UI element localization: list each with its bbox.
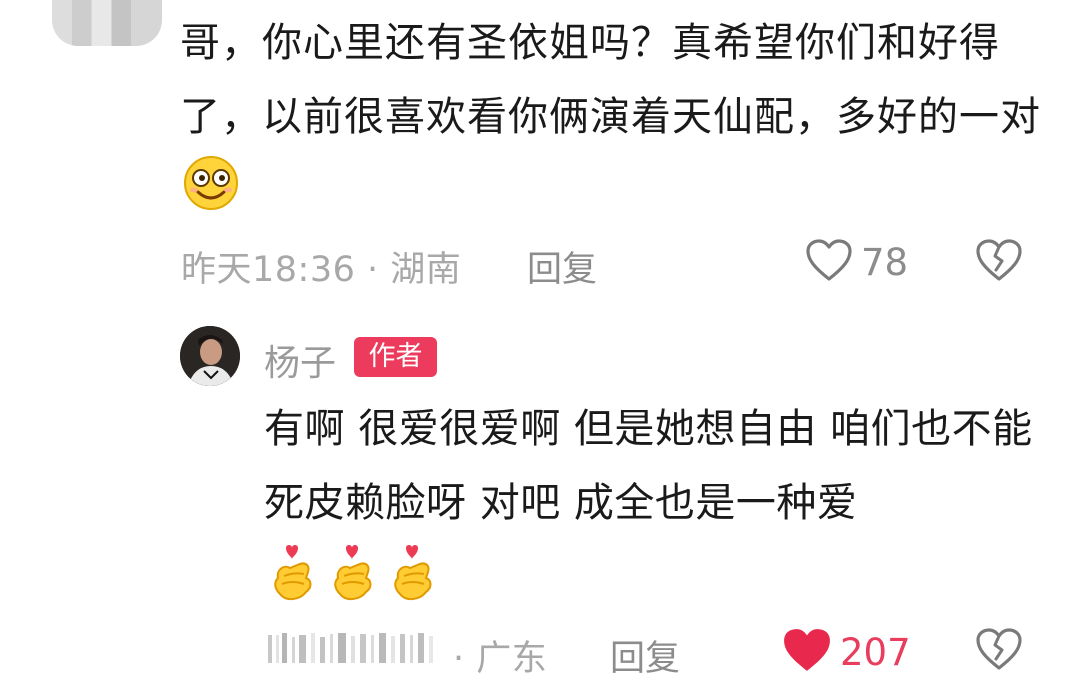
broken-heart-icon: [975, 628, 1023, 675]
heart-outline-icon: [805, 238, 853, 286]
reply-button[interactable]: 回复: [527, 241, 597, 292]
comment-meta: 昨天18:36 · 湖南: [181, 250, 462, 290]
broken-heart-icon: [975, 239, 1023, 286]
reply-reply-button[interactable]: 回复: [610, 630, 680, 681]
finger-heart-emoji-row: [270, 544, 436, 610]
heart-filled-icon: [782, 627, 832, 677]
reply-dislike-button[interactable]: [975, 627, 1023, 675]
smiley-emoji-icon: [182, 154, 240, 236]
author-avatar[interactable]: [180, 326, 240, 386]
reply-like-button[interactable]: 207: [782, 627, 911, 677]
dislike-button[interactable]: [975, 238, 1023, 286]
blurred-timestamp: [268, 631, 448, 667]
like-count: 78: [861, 240, 909, 284]
author-name[interactable]: 杨子: [264, 334, 336, 386]
finger-heart-icon: [270, 544, 316, 610]
reply-body: 有啊 很爱很爱啊 但是她想自由 咱们也不能死皮赖脸呀 对吧 成全也是一种爱: [264, 406, 1033, 526]
finger-heart-icon: [330, 544, 376, 610]
reply-like-count: 207: [840, 630, 911, 674]
finger-heart-icon: [390, 544, 436, 610]
like-button[interactable]: 78: [805, 238, 908, 286]
comment-body: 哥，你心里还有圣依姐吗？真希望你们和好得了，以前很喜欢看你俩演着天仙配，多好的一…: [180, 6, 1060, 236]
reply-location: · 广东: [453, 639, 548, 679]
commenter-avatar[interactable]: [52, 0, 162, 46]
comment-text: 哥，你心里还有圣依姐吗？真希望你们和好得了，以前很喜欢看你俩演着天仙配，多好的一…: [180, 20, 1041, 140]
author-badge: 作者: [354, 337, 437, 377]
